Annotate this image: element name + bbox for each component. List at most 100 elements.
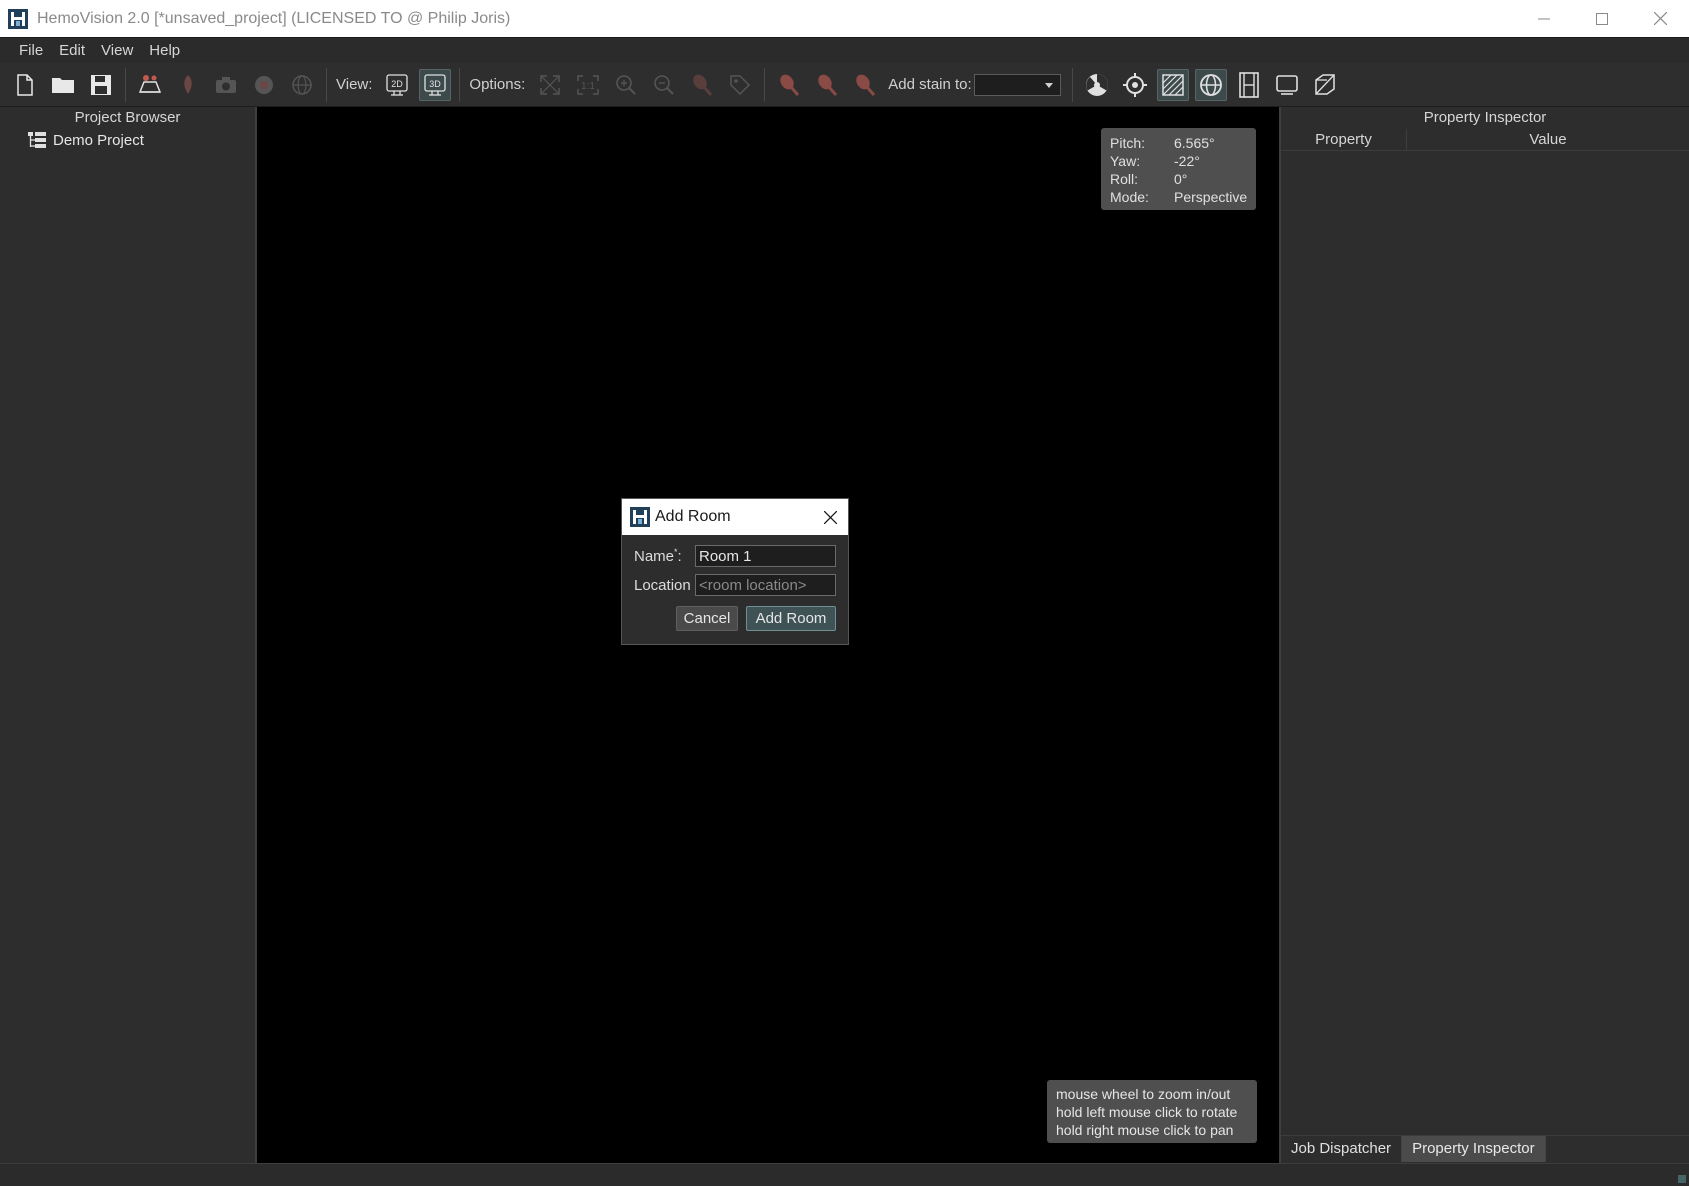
project-browser-panel: Project Browser Demo Project xyxy=(0,107,257,1163)
mode-value: Perspective xyxy=(1174,189,1248,205)
close-icon xyxy=(1653,12,1667,25)
crosshair-icon xyxy=(1122,72,1147,97)
main-toolbar: View: 2D 3D Options: 1:1 Add stain to: xyxy=(0,63,1689,107)
aperture-icon xyxy=(1085,73,1108,96)
filmstrip-button[interactable] xyxy=(1233,69,1265,101)
globe-icon xyxy=(292,74,312,95)
zoom-out-button[interactable] xyxy=(648,69,680,101)
yaw-label: Yaw: xyxy=(1110,153,1141,169)
location-row: Location xyxy=(634,574,836,596)
minimize-button[interactable] xyxy=(1515,0,1573,37)
stain-tool-button[interactable] xyxy=(686,69,718,101)
app-logo-icon xyxy=(630,507,650,527)
tab-property-inspector[interactable]: Property Inspector xyxy=(1402,1136,1546,1162)
tag-icon xyxy=(730,74,751,95)
orbit-button[interactable] xyxy=(1081,69,1113,101)
yaw-value: -22° xyxy=(1174,153,1200,169)
toolbar-separator xyxy=(326,67,327,102)
svg-text:1:1: 1:1 xyxy=(581,81,595,92)
menu-file[interactable]: File xyxy=(11,42,51,59)
open-project-button[interactable] xyxy=(47,69,79,101)
close-window-button[interactable] xyxy=(1631,0,1689,37)
marker-icon xyxy=(184,74,192,94)
name-row: Name*: xyxy=(634,545,836,567)
resize-grip[interactable] xyxy=(1678,1175,1686,1183)
view-3d-icon: 3D xyxy=(424,73,447,96)
screen-button[interactable] xyxy=(1271,69,1303,101)
room-name-input[interactable] xyxy=(695,545,836,567)
perspective-cube-icon xyxy=(1314,73,1335,95)
window-title: HemoVision 2.0 [*unsaved_project] (LICEN… xyxy=(37,9,511,27)
wall-texture-button[interactable] xyxy=(1156,68,1189,101)
tab-job-dispatcher[interactable]: Job Dispatcher xyxy=(1281,1136,1403,1162)
add-room-icon xyxy=(138,74,162,93)
toolbar-separator xyxy=(125,67,126,102)
zoom-in-button[interactable] xyxy=(610,69,642,101)
actual-size-icon: 1:1 xyxy=(577,74,600,95)
tree-item-demo-project[interactable]: Demo Project xyxy=(0,129,255,151)
location-label: Location xyxy=(634,576,691,594)
add-room-dialog: Add Room Name*: Location Cancel Add Room xyxy=(621,498,849,645)
options-label: Options: xyxy=(469,76,526,93)
toolbar-separator xyxy=(459,67,461,102)
project-tree-icon xyxy=(28,132,46,148)
roll-value: 0° xyxy=(1174,171,1188,187)
property-inspector-title: Property Inspector xyxy=(1423,109,1547,126)
perspective-button[interactable] xyxy=(1309,69,1341,101)
hint-rotate: hold left mouse click to rotate xyxy=(1056,1104,1238,1120)
stain-icon xyxy=(856,74,876,96)
dialog-close-button[interactable] xyxy=(812,499,848,535)
new-file-icon xyxy=(17,73,33,96)
view-3d-button[interactable]: 3D xyxy=(419,68,452,101)
menu-view[interactable]: View xyxy=(93,42,141,59)
save-icon xyxy=(91,74,111,95)
stain-icon xyxy=(818,74,838,96)
add-camera-button[interactable] xyxy=(210,69,242,101)
menu-bar: File Edit View Help xyxy=(0,37,1689,63)
stain-action-3-button[interactable] xyxy=(849,69,881,101)
add-room-submit-button[interactable]: Add Room xyxy=(746,606,836,631)
roll-label: Roll: xyxy=(1110,171,1139,187)
column-header-value[interactable]: Value xyxy=(1407,129,1689,150)
tag-button[interactable] xyxy=(724,69,756,101)
chevron-down-icon xyxy=(1044,82,1053,88)
add-marker-button[interactable] xyxy=(172,69,204,101)
tree-item-label: Demo Project xyxy=(53,131,144,149)
cancel-button[interactable]: Cancel xyxy=(676,606,738,631)
menu-help[interactable]: Help xyxy=(141,42,188,59)
app-logo-icon xyxy=(8,8,28,29)
folder-icon xyxy=(52,77,74,93)
stain-action-2-button[interactable] xyxy=(811,69,843,101)
dialog-title-bar[interactable]: Add Room xyxy=(622,499,848,535)
toolbar-separator xyxy=(1071,67,1073,102)
new-project-button[interactable] xyxy=(9,69,41,101)
view-label: View: xyxy=(336,76,373,93)
hatch-icon xyxy=(1161,73,1184,96)
add-room-button[interactable] xyxy=(134,69,166,101)
column-header-property[interactable]: Property xyxy=(1281,129,1407,150)
close-icon xyxy=(823,510,837,524)
target-button[interactable] xyxy=(1119,69,1151,101)
camera-icon xyxy=(216,76,236,93)
actual-size-button[interactable]: 1:1 xyxy=(572,69,604,101)
maximize-button[interactable] xyxy=(1573,0,1631,37)
monitor-icon xyxy=(1275,74,1298,95)
dock-tabs: Job Dispatcher Property Inspector xyxy=(1281,1135,1689,1163)
menu-edit[interactable]: Edit xyxy=(51,42,93,59)
add-pointcloud-button[interactable] xyxy=(248,69,280,101)
pitch-value: 6.565° xyxy=(1174,135,1215,151)
expand-icon xyxy=(540,74,561,95)
view-2d-icon: 2D xyxy=(386,73,409,96)
add-stain-dropdown[interactable] xyxy=(973,73,1061,96)
pitch-label: Pitch: xyxy=(1110,135,1146,151)
name-label: Name*: xyxy=(634,547,695,565)
room-location-input[interactable] xyxy=(695,574,836,596)
name-label-colon: : xyxy=(677,548,682,565)
sphere-view-button[interactable] xyxy=(1194,68,1227,101)
add-sphere-button[interactable] xyxy=(286,69,318,101)
fit-view-button[interactable] xyxy=(534,69,566,101)
save-project-button[interactable] xyxy=(85,69,117,101)
stain-action-1-button[interactable] xyxy=(773,69,805,101)
property-table-header: Property Value xyxy=(1281,129,1689,151)
view-2d-button[interactable]: 2D xyxy=(381,69,413,101)
